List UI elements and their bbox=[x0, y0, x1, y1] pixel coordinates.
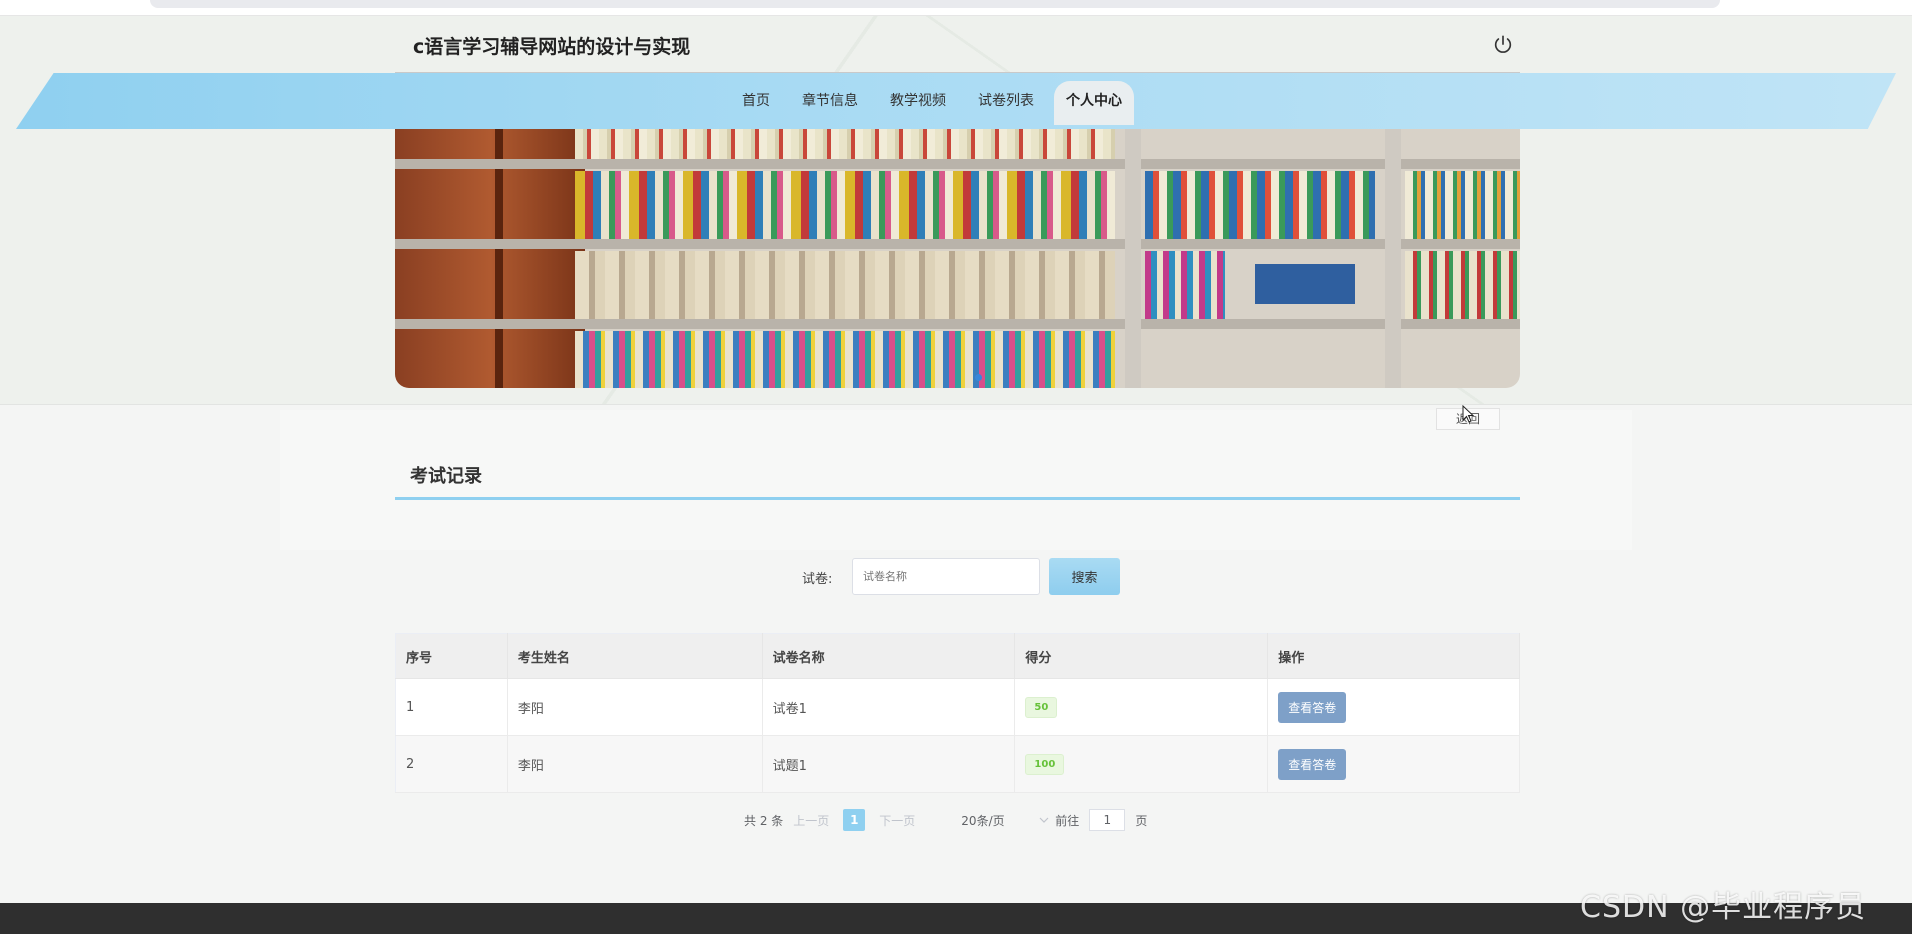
mouse-cursor-icon bbox=[1462, 405, 1475, 423]
nav-item-videos[interactable]: 教学视频 bbox=[878, 81, 958, 125]
view-answers-button[interactable]: 查看答卷 bbox=[1278, 691, 1347, 723]
cell-score: 50 bbox=[1014, 678, 1269, 736]
cell-paper: 试卷1 bbox=[762, 678, 1016, 736]
banner-books bbox=[575, 171, 1115, 239]
banner-shelf bbox=[395, 319, 1520, 329]
banner-books bbox=[575, 129, 1115, 159]
main-nav: 首页 章节信息 教学视频 试卷列表 个人中心 bbox=[730, 81, 1142, 125]
nav-item-profile[interactable]: 个人中心 bbox=[1054, 81, 1134, 125]
score-badge: 50 bbox=[1025, 696, 1058, 718]
browser-top-strip bbox=[0, 0, 1912, 16]
pagination-prev-button[interactable]: 上一页 bbox=[793, 812, 829, 829]
cell-name: 李阳 bbox=[507, 678, 763, 736]
banner-books bbox=[1405, 171, 1520, 239]
cell-score: 100 bbox=[1014, 735, 1269, 793]
page-size-value: 20条/页 bbox=[961, 813, 1005, 828]
watermark-text: CSDN @毕业程序员 bbox=[1580, 890, 1867, 925]
pagination-page-1[interactable]: 1 bbox=[843, 809, 866, 831]
power-icon[interactable] bbox=[1492, 34, 1514, 56]
column-header-name: 考生姓名 bbox=[507, 633, 763, 679]
header-divider bbox=[395, 72, 1520, 73]
cell-paper: 试题1 bbox=[762, 735, 1016, 793]
banner-books bbox=[1145, 171, 1375, 239]
nav-item-home[interactable]: 首页 bbox=[730, 81, 782, 125]
banner-shelf bbox=[395, 159, 1520, 169]
banner-shelf-post bbox=[1385, 129, 1401, 388]
banner-books bbox=[1145, 251, 1225, 319]
pagination: 共 2 条 上一页 1 下一页 20条/页 前往 页 bbox=[744, 808, 1147, 832]
nav-item-papers[interactable]: 试卷列表 bbox=[966, 81, 1046, 125]
column-header-index: 序号 bbox=[395, 633, 508, 679]
cell-name: 李阳 bbox=[507, 735, 763, 793]
exam-records-table: 序号 考生姓名 试卷名称 得分 操作 1 李阳 试卷1 50 查看答卷 2 李阳… bbox=[395, 633, 1520, 793]
banner-indicator-dot[interactable] bbox=[975, 374, 982, 381]
banner-shelf-post bbox=[1125, 129, 1141, 388]
nav-item-chapters[interactable]: 章节信息 bbox=[790, 81, 870, 125]
section-panel bbox=[280, 410, 1632, 550]
table-row: 2 李阳 试题1 100 查看答卷 bbox=[395, 735, 1520, 793]
cell-action: 查看答卷 bbox=[1267, 735, 1520, 793]
section-underline bbox=[395, 497, 1520, 500]
view-answers-button[interactable]: 查看答卷 bbox=[1278, 748, 1347, 780]
score-badge: 100 bbox=[1025, 753, 1065, 775]
banner-shelf bbox=[395, 239, 1520, 249]
column-header-paper: 试卷名称 bbox=[762, 633, 1016, 679]
search-button[interactable]: 搜索 bbox=[1049, 558, 1120, 595]
pagination-goto-input[interactable] bbox=[1089, 809, 1126, 831]
cell-index: 2 bbox=[395, 735, 508, 793]
page-size-select[interactable]: 20条/页 bbox=[955, 808, 1055, 832]
pagination-next-button[interactable]: 下一页 bbox=[879, 812, 915, 829]
pagination-page-suffix: 页 bbox=[1135, 813, 1148, 828]
column-header-action: 操作 bbox=[1267, 633, 1520, 679]
pagination-total: 共 2 条 bbox=[744, 813, 784, 828]
banner-image bbox=[395, 129, 1520, 388]
browser-address-bar bbox=[150, 0, 1720, 8]
cell-action: 查看答卷 bbox=[1267, 678, 1520, 736]
cell-index: 1 bbox=[395, 678, 508, 736]
banner-books bbox=[1255, 264, 1355, 304]
table-row: 1 李阳 试卷1 50 查看答卷 bbox=[395, 678, 1520, 736]
search-input[interactable] bbox=[852, 558, 1040, 595]
banner-books bbox=[575, 251, 1115, 319]
search-label: 试卷: bbox=[802, 572, 833, 587]
pagination-goto-label: 前往 bbox=[1055, 813, 1080, 828]
table-header-row: 序号 考生姓名 试卷名称 得分 操作 bbox=[395, 633, 1520, 679]
column-header-score: 得分 bbox=[1014, 633, 1269, 679]
banner-books bbox=[575, 331, 1115, 388]
section-title: 考试记录 bbox=[410, 466, 482, 487]
chevron-down-icon bbox=[1039, 817, 1049, 823]
site-title: c语言学习辅导网站的设计与实现 bbox=[413, 36, 691, 58]
banner-books bbox=[1405, 251, 1520, 319]
